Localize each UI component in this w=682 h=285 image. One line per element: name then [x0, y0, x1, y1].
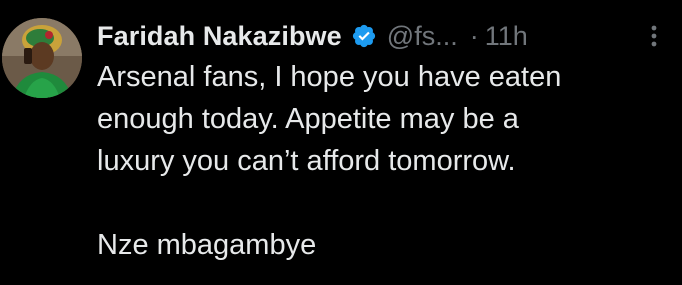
avatar[interactable] [2, 18, 82, 98]
tweet-text-line: Nze mbagambye [97, 229, 317, 261]
tweet-text: Arsenal fans, I hope you have eaten enou… [97, 56, 672, 266]
tweet[interactable]: Faridah Nakazibwe @fs... · 11h Arsenal f… [0, 0, 682, 285]
more-vertical-icon[interactable] [650, 24, 658, 48]
separator-dot: · [469, 20, 479, 51]
tweet-header: Faridah Nakazibwe @fs... · 11h [97, 16, 682, 56]
tweet-text-line: Arsenal fans, I hope you have eaten [97, 61, 562, 93]
timestamp[interactable]: 11h [485, 21, 528, 52]
tweet-text-line: luxury you can’t afford tomorrow. [97, 145, 516, 177]
tweet-text-line: enough today. Appetite may be a [97, 103, 519, 135]
display-name[interactable]: Faridah Nakazibwe [97, 21, 342, 52]
author-handle[interactable]: @fs... [387, 21, 458, 52]
verified-badge-icon [351, 23, 377, 49]
avatar-image [2, 18, 82, 98]
